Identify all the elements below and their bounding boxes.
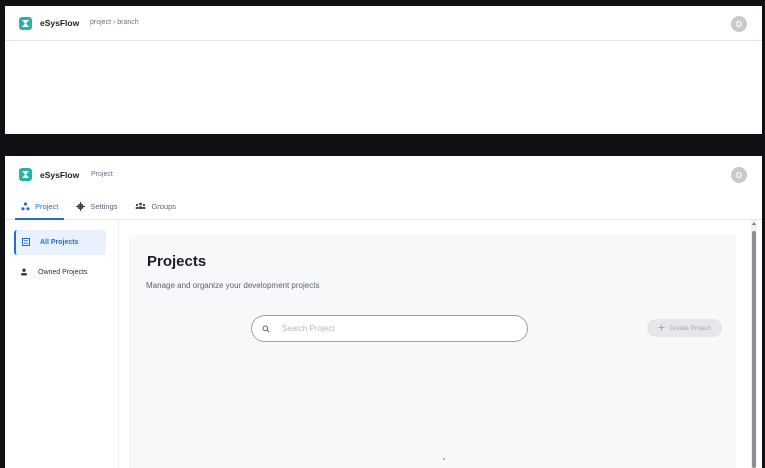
tab-groups[interactable]: Groups xyxy=(127,194,184,218)
search-icon xyxy=(262,320,270,338)
create-project-label: Create Project xyxy=(669,324,711,332)
groups-icon xyxy=(135,202,146,210)
breadcrumb: project › branch xyxy=(90,19,139,26)
tab-bar: Project Settings Groups xyxy=(13,194,184,220)
sidebar-item-label: All Projects xyxy=(40,239,79,246)
tab-project[interactable]: Project xyxy=(13,194,66,220)
tab-settings-label: Settings xyxy=(90,201,118,211)
avatar[interactable]: D xyxy=(731,167,747,183)
esysflow-logo-icon[interactable] xyxy=(19,168,32,181)
search-field[interactable] xyxy=(251,315,528,342)
scrollbar-thumb[interactable] xyxy=(752,231,756,468)
create-project-button[interactable]: Create Project xyxy=(647,319,722,337)
avatar[interactable]: D xyxy=(731,16,747,32)
top-window: eSysFlow project › branch D xyxy=(5,6,762,134)
search-input[interactable] xyxy=(282,324,502,333)
esysflow-logo-icon[interactable] xyxy=(19,17,32,30)
sidebar-item-owned-projects[interactable]: Owned Projects xyxy=(14,260,106,285)
projects-panel xyxy=(129,235,736,468)
loading-indicator xyxy=(443,458,445,460)
sidebar-item-all-projects[interactable]: All Projects xyxy=(14,230,106,255)
scroll-up-icon[interactable] xyxy=(752,222,756,225)
tab-project-label: Project xyxy=(35,201,59,211)
sidebar-item-label: Owned Projects xyxy=(38,269,88,276)
brand-name[interactable]: eSysFlow xyxy=(40,170,79,180)
user-icon xyxy=(20,268,28,278)
page-title: Projects xyxy=(147,253,207,270)
page-subtitle: Manage and organize your development pro… xyxy=(146,281,320,290)
context-label: Project xyxy=(91,171,113,178)
list-icon xyxy=(22,237,30,248)
sidebar: All Projects Owned Projects xyxy=(5,220,119,468)
plus-icon xyxy=(658,324,665,333)
brand-name[interactable]: eSysFlow xyxy=(40,18,79,28)
main-header: eSysFlow Project D Project Settings Grou… xyxy=(5,156,762,220)
project-icon xyxy=(21,201,30,211)
tab-groups-label: Groups xyxy=(151,201,177,211)
tab-settings[interactable]: Settings xyxy=(68,194,125,218)
top-header: eSysFlow project › branch D xyxy=(5,6,762,41)
gear-icon xyxy=(76,201,86,211)
